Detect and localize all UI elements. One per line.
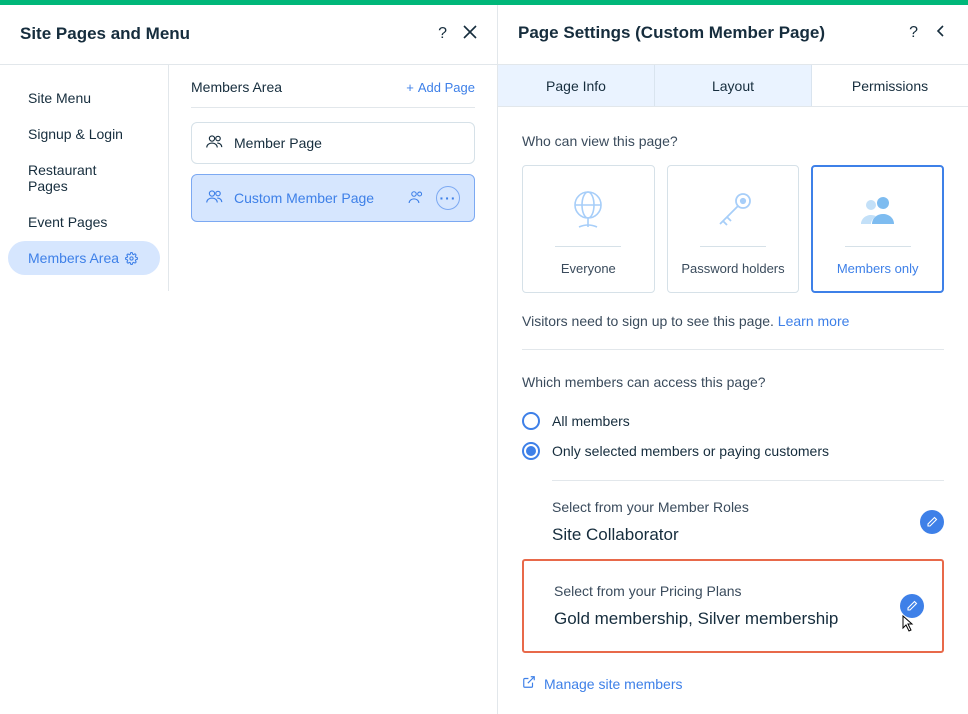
radio-label: All members <box>552 413 630 429</box>
site-menu-sidebar: Site Menu Signup & Login Restaurant Page… <box>0 65 168 291</box>
pricing-plans-value: Gold membership, Silver membership <box>554 609 838 629</box>
radio-icon <box>522 412 540 430</box>
manage-link-label: Manage site members <box>544 676 683 692</box>
add-page-button[interactable]: + Add Page <box>406 80 475 95</box>
which-members-label: Which members can access this page? <box>522 374 944 390</box>
key-icon <box>710 182 756 238</box>
right-panel-title: Page Settings (Custom Member Page) <box>518 23 825 43</box>
external-link-icon <box>522 675 536 692</box>
tab-label: Page Info <box>546 78 606 94</box>
hint-text: Visitors need to sign up to see this pag… <box>522 313 778 329</box>
member-roles-label: Select from your Member Roles <box>552 499 749 515</box>
view-option-label: Everyone <box>561 261 616 276</box>
gear-icon <box>125 252 138 265</box>
help-icon[interactable]: ? <box>438 26 447 42</box>
site-pages-panel: Site Pages and Menu ? Site Menu Signup &… <box>0 5 498 714</box>
tab-page-info[interactable]: Page Info <box>498 65 655 107</box>
visibility-icon[interactable] <box>408 189 426 208</box>
learn-more-link[interactable]: Learn more <box>778 313 850 329</box>
radio-all-members[interactable]: All members <box>522 406 944 436</box>
sidebar-item-restaurant-pages[interactable]: Restaurant Pages <box>8 153 160 203</box>
plus-icon: + <box>406 80 414 95</box>
view-option-label: Members only <box>837 261 919 276</box>
view-option-label: Password holders <box>681 261 784 276</box>
tab-label: Layout <box>712 78 754 94</box>
radio-selected-members[interactable]: Only selected members or paying customer… <box>522 436 944 466</box>
radio-label: Only selected members or paying customer… <box>552 443 829 459</box>
settings-tabs: Page Info Layout Permissions <box>498 65 968 108</box>
add-page-label: Add Page <box>418 80 475 95</box>
view-option-password[interactable]: Password holders <box>667 165 800 293</box>
view-option-members[interactable]: Members only <box>811 165 944 293</box>
back-icon[interactable] <box>934 24 948 42</box>
edit-plans-button[interactable] <box>900 594 924 618</box>
tab-layout[interactable]: Layout <box>655 65 812 107</box>
edit-roles-button[interactable] <box>920 510 944 534</box>
view-option-everyone[interactable]: Everyone <box>522 165 655 293</box>
page-item-label: Member Page <box>234 135 322 151</box>
manage-site-members-link[interactable]: Manage site members <box>522 675 944 692</box>
pricing-plans-highlighted-section: Select from your Pricing Plans Gold memb… <box>522 559 944 653</box>
sidebar-item-label: Restaurant Pages <box>28 162 140 194</box>
page-settings-panel: Page Settings (Custom Member Page) ? Pag… <box>498 5 968 714</box>
members-icon <box>206 189 224 207</box>
page-item-label: Custom Member Page <box>234 190 374 206</box>
page-item-custom-member-page[interactable]: Custom Member Page ··· <box>191 174 475 222</box>
tab-label: Permissions <box>852 78 928 94</box>
tab-permissions[interactable]: Permissions <box>812 65 968 107</box>
sidebar-item-members-area[interactable]: Members Area <box>8 241 160 275</box>
sidebar-item-label: Event Pages <box>28 214 107 230</box>
sidebar-item-event-pages[interactable]: Event Pages <box>8 205 160 239</box>
sidebar-item-site-menu[interactable]: Site Menu <box>8 81 160 115</box>
pages-section-title: Members Area <box>191 79 282 95</box>
sidebar-item-label: Members Area <box>28 250 119 266</box>
page-item-member-page[interactable]: Member Page <box>191 122 475 164</box>
left-panel-title: Site Pages and Menu <box>20 24 190 44</box>
close-icon[interactable] <box>463 25 477 43</box>
pages-column: Members Area + Add Page Member Page <box>168 65 497 291</box>
members-group-icon <box>854 182 902 238</box>
sidebar-item-label: Site Menu <box>28 90 91 106</box>
help-icon[interactable]: ? <box>909 25 918 41</box>
sidebar-item-signup-login[interactable]: Signup & Login <box>8 117 160 151</box>
visitors-hint: Visitors need to sign up to see this pag… <box>522 313 944 350</box>
members-icon <box>206 134 224 152</box>
more-options-button[interactable]: ··· <box>436 186 460 210</box>
member-roles-value: Site Collaborator <box>552 525 749 545</box>
globe-icon <box>567 182 609 238</box>
who-can-view-label: Who can view this page? <box>522 133 944 149</box>
radio-icon <box>522 442 540 460</box>
sidebar-item-label: Signup & Login <box>28 126 123 142</box>
pricing-plans-label: Select from your Pricing Plans <box>554 583 838 599</box>
